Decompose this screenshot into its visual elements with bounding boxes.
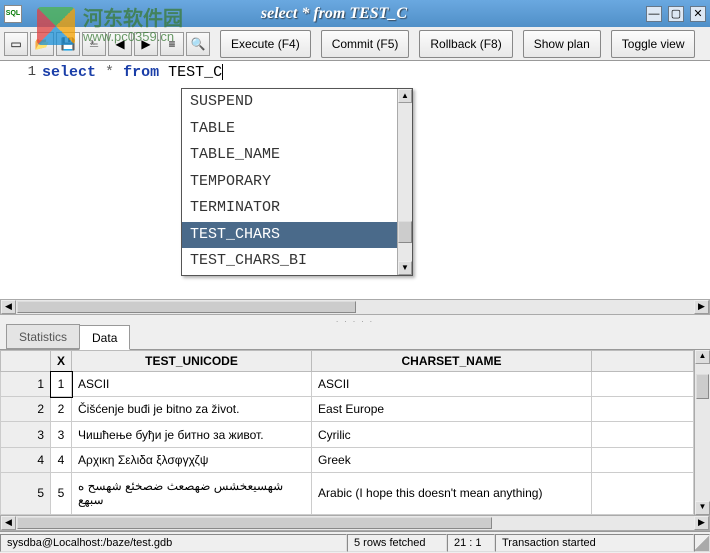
table-row[interactable]: 44Αρχικη Σελιδα ξλσφγχζψGreek — [1, 447, 694, 472]
keyword-select: select — [42, 64, 96, 81]
scroll-thumb[interactable] — [398, 221, 412, 243]
scroll-thumb[interactable] — [696, 374, 709, 399]
editor-hscroll[interactable]: ◀ ▶ — [0, 299, 710, 315]
history-icon[interactable]: ≡ — [160, 32, 184, 56]
status-cursor: 21 : 1 — [447, 534, 495, 552]
cell-charset: Arabic (I hope this doesn't mean anythin… — [312, 472, 592, 514]
cell-charset: Greek — [312, 447, 592, 472]
rownum-header[interactable] — [1, 351, 51, 372]
rollback-button[interactable]: Rollback (F8) — [419, 30, 512, 58]
grid-hscroll[interactable]: ◀ ▶ — [0, 515, 710, 531]
autocomplete-item[interactable]: TABLE_NAME — [182, 142, 397, 169]
showplan-button[interactable]: Show plan — [523, 30, 601, 58]
scroll-right-icon[interactable]: ▶ — [694, 516, 709, 530]
table-row[interactable]: 55شهسيعخشس ضهصعث ضصخئع شهسح ه سبهعArabic… — [1, 472, 694, 514]
prev-icon[interactable]: ◀ — [108, 32, 132, 56]
commit-button[interactable]: Commit (F5) — [321, 30, 410, 58]
result-grid: X TEST_UNICODE CHARSET_NAME 11ASCIIASCII… — [0, 350, 694, 515]
autocomplete-item-selected[interactable]: TEST_CHARS — [182, 222, 397, 249]
cell-unicode: Čišćenje buđi je bitno za život. — [72, 397, 312, 422]
cell-unicode: ASCII — [72, 372, 312, 397]
tab-statistics[interactable]: Statistics — [6, 324, 80, 349]
token-identifier: TEST_C — [168, 64, 222, 81]
scroll-right-icon[interactable]: ▶ — [694, 300, 709, 314]
cell-extra — [592, 372, 694, 397]
cell-charset: East Europe — [312, 397, 592, 422]
cell-unicode: Чишћење буђи је битно за живот. — [72, 422, 312, 447]
xcol-cell: 1 — [51, 372, 72, 397]
rownum-cell: 1 — [1, 372, 51, 397]
token-star: * — [105, 64, 114, 81]
status-rows: 5 rows fetched — [347, 534, 447, 552]
rownum-cell: 5 — [1, 472, 51, 514]
col-header-unicode[interactable]: TEST_UNICODE — [72, 351, 312, 372]
line-gutter: 1 — [0, 61, 42, 299]
autocomplete-item[interactable]: TEMPORARY — [182, 169, 397, 196]
cell-extra — [592, 397, 694, 422]
maximize-button[interactable]: ▢ — [668, 6, 684, 22]
grid-scrollbar[interactable]: ▲ ▼ — [694, 350, 710, 515]
titlebar: SQL select * from TEST_C — ▢ ✕ — [0, 0, 710, 27]
scroll-left-icon[interactable]: ◀ — [1, 516, 16, 530]
scroll-down-icon[interactable]: ▼ — [398, 261, 412, 275]
xcol-cell: 4 — [51, 447, 72, 472]
cell-charset: Cyrilic — [312, 422, 592, 447]
xcol-header[interactable]: X — [51, 351, 72, 372]
rownum-cell: 3 — [1, 422, 51, 447]
xcol-cell: 3 — [51, 422, 72, 447]
col-header-charset[interactable]: CHARSET_NAME — [312, 351, 592, 372]
cell-extra — [592, 447, 694, 472]
save-plus-icon[interactable]: ⎁ — [82, 32, 106, 56]
open-icon[interactable]: 📂 — [30, 32, 54, 56]
cell-unicode: شهسيعخشس ضهصعث ضصخئع شهسح ه سبهع — [72, 472, 312, 514]
cell-extra — [592, 422, 694, 447]
scroll-up-icon[interactable]: ▲ — [398, 89, 412, 103]
autocomplete-popup: SUSPEND TABLE TABLE_NAME TEMPORARY TERMI… — [181, 88, 413, 276]
cell-unicode: Αρχικη Σελιδα ξλσφγχζψ — [72, 447, 312, 472]
zoom-icon[interactable]: 🔍 — [186, 32, 210, 56]
rownum-cell: 4 — [1, 447, 51, 472]
scroll-down-icon[interactable]: ▼ — [695, 501, 710, 515]
status-transaction: Transaction started — [495, 534, 694, 552]
xcol-cell: 5 — [51, 472, 72, 514]
resize-grip-icon[interactable] — [694, 534, 710, 552]
toolbar: ▭ 📂 💾 ⎁ ◀ ▶ ≡ 🔍 Execute (F4) Commit (F5)… — [0, 27, 710, 61]
table-row[interactable]: 11ASCIIASCII — [1, 372, 694, 397]
autocomplete-scrollbar[interactable]: ▲ ▼ — [397, 89, 412, 275]
autocomplete-item[interactable]: TEST_CHARS_BI — [182, 248, 397, 275]
text-caret — [222, 64, 223, 80]
new-icon[interactable]: ▭ — [4, 32, 28, 56]
autocomplete-item[interactable]: TABLE — [182, 116, 397, 143]
hscroll-thumb[interactable] — [17, 301, 356, 313]
window-title: select * from TEST_C — [28, 5, 640, 23]
table-row[interactable]: 22Čišćenje buđi je bitno za život.East E… — [1, 397, 694, 422]
col-header-extra[interactable] — [592, 351, 694, 372]
keyword-from: from — [123, 64, 159, 81]
close-button[interactable]: ✕ — [690, 6, 706, 22]
tab-data[interactable]: Data — [79, 325, 130, 350]
next-icon[interactable]: ▶ — [134, 32, 158, 56]
execute-button[interactable]: Execute (F4) — [220, 30, 311, 58]
result-grid-wrap: X TEST_UNICODE CHARSET_NAME 11ASCIIASCII… — [0, 350, 710, 515]
save-icon[interactable]: 💾 — [56, 32, 80, 56]
cell-charset: ASCII — [312, 372, 592, 397]
cell-extra — [592, 472, 694, 514]
status-connection: sysdba@Localhost:/baze/test.gdb — [0, 534, 347, 552]
xcol-cell: 2 — [51, 397, 72, 422]
autocomplete-item[interactable]: TERMINATOR — [182, 195, 397, 222]
splitter-grip[interactable]: . . . . . — [0, 315, 710, 323]
table-row[interactable]: 33Чишћење буђи је битно за живот.Cyrilic — [1, 422, 694, 447]
minimize-button[interactable]: — — [646, 6, 662, 22]
result-tabs: Statistics Data — [0, 323, 710, 350]
rownum-cell: 2 — [1, 397, 51, 422]
status-bar: sysdba@Localhost:/baze/test.gdb 5 rows f… — [0, 531, 710, 553]
toggleview-button[interactable]: Toggle view — [611, 30, 696, 58]
autocomplete-item[interactable]: SUSPEND — [182, 89, 397, 116]
scroll-up-icon[interactable]: ▲ — [695, 350, 710, 364]
app-icon: SQL — [4, 5, 22, 23]
hscroll-thumb[interactable] — [17, 517, 492, 529]
scroll-left-icon[interactable]: ◀ — [1, 300, 16, 314]
autocomplete-list: SUSPEND TABLE TABLE_NAME TEMPORARY TERMI… — [182, 89, 397, 275]
